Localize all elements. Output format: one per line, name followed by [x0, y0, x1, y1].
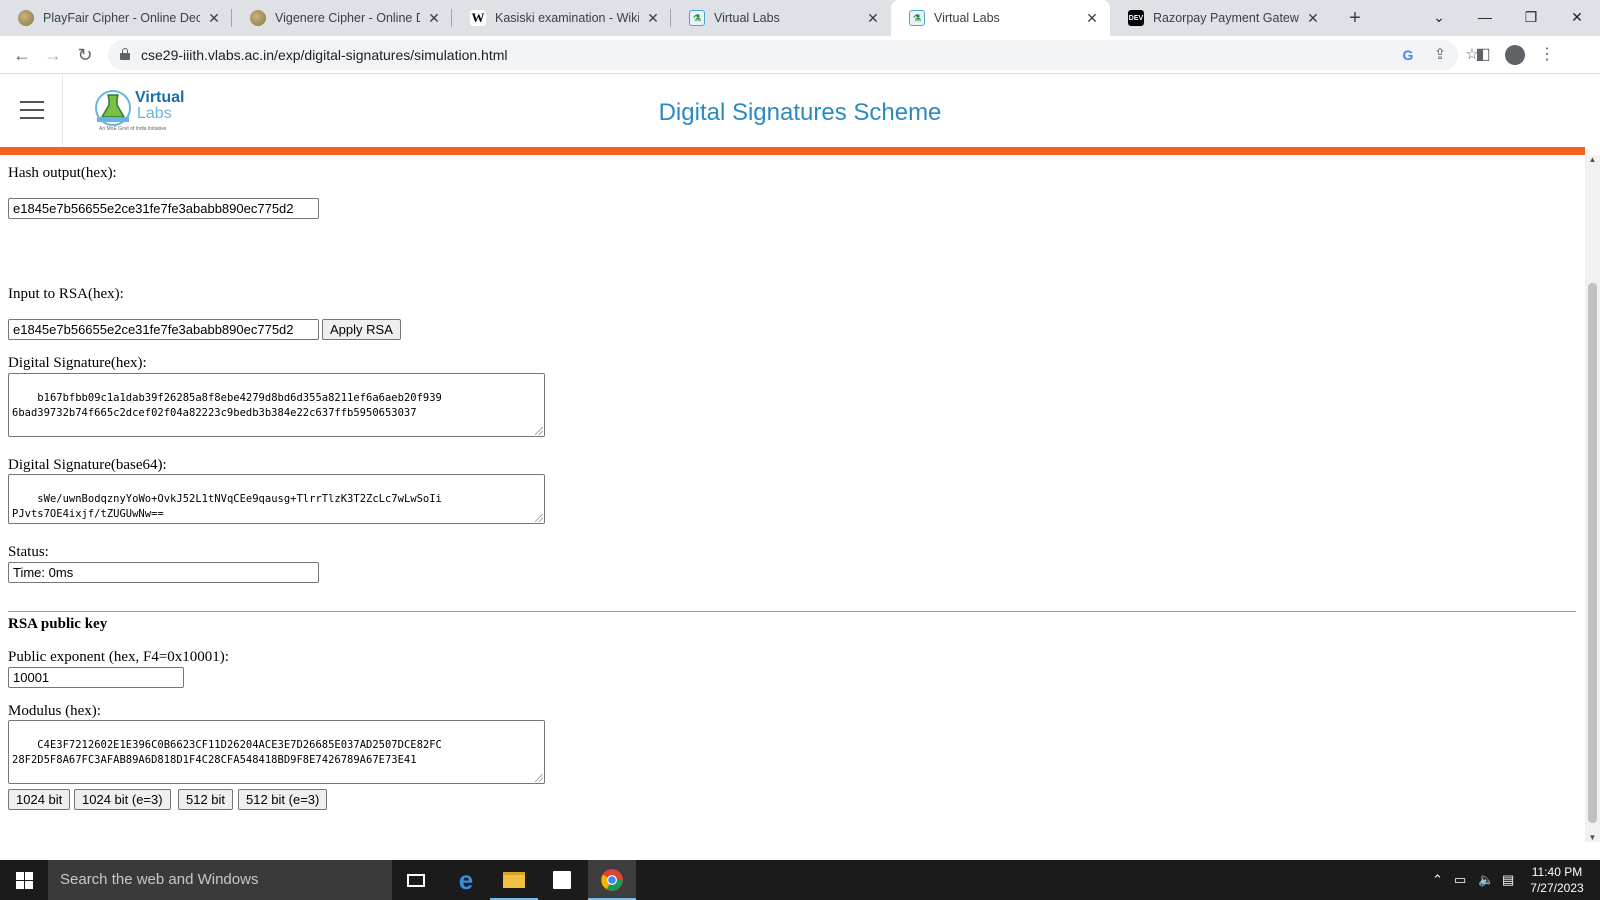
notification-icon[interactable]: ▤ [1502, 860, 1514, 900]
section-divider [8, 611, 1576, 612]
browser-tab[interactable]: DEV Razorpay Payment Gateway I ✕ [1110, 0, 1331, 36]
browser-tab[interactable]: W Kasiski examination - Wikipe ✕ [452, 0, 671, 36]
simulation-content: Hash output(hex): e1845e7b56655e2ce31fe7… [0, 155, 1585, 842]
modulus-value: C4E3F7212602E1E396C0B6623CF11D26204ACE3E… [12, 739, 442, 766]
tab-title: Virtual Labs [934, 11, 1000, 25]
forward-arrow-icon[interactable]: → [40, 42, 66, 68]
browser-tab-active[interactable]: ⚗ Virtual Labs ✕ [891, 0, 1110, 36]
tab-title: PlayFair Cipher - Online Deco [43, 11, 200, 25]
signature-base64-textarea[interactable]: sWe/uwnBodqznyYoWo+OvkJ52L1tNVqCEe9qausg… [8, 474, 545, 524]
tab-title: Virtual Labs [714, 11, 780, 25]
public-exponent-label: Public exponent (hex, F4=0x10001): [8, 649, 229, 665]
key-512-bit-e3-button[interactable]: 512 bit (e=3) [238, 789, 328, 810]
reload-icon[interactable]: ↻ [72, 42, 98, 68]
address-bar[interactable]: cse29-iiith.vlabs.ac.in/exp/digital-sign… [108, 40, 1479, 70]
close-tab-icon[interactable]: ✕ [645, 10, 661, 27]
windows-start-icon[interactable] [0, 860, 48, 900]
edge-browser-icon[interactable]: e [442, 860, 490, 900]
public-exponent-field[interactable]: 10001 [8, 667, 184, 688]
cookie-icon [250, 10, 266, 26]
virtual-labs-icon: ⚗ [909, 10, 925, 26]
store-icon[interactable] [538, 860, 586, 900]
key-512-bit-button[interactable]: 512 bit [178, 789, 234, 810]
status-label: Status: [8, 544, 49, 560]
task-view-icon[interactable] [392, 860, 440, 900]
hash-output-field[interactable]: e1845e7b56655e2ce31fe7fe3ababb890ec775d2 [8, 198, 319, 219]
clock-time: 11:40 PM [1531, 865, 1583, 879]
browser-tab[interactable]: ⚗ Virtual Labs ✕ [671, 0, 891, 36]
show-hidden-icons-icon[interactable]: ⌃ [1432, 860, 1443, 900]
hash-output-label: Hash output(hex): [8, 165, 117, 181]
page-scrollbar[interactable]: ▲ ▼ [1585, 155, 1600, 842]
modulus-label: Modulus (hex): [8, 703, 101, 719]
volume-icon[interactable]: 🔈 [1478, 860, 1494, 900]
page-title: Digital Signatures Scheme [658, 99, 942, 126]
url-text[interactable]: cse29-iiith.vlabs.ac.in/exp/digital-sign… [141, 47, 508, 63]
share-icon[interactable]: ⇪ [1430, 45, 1450, 65]
browser-tab[interactable]: Vigenere Cipher - Online Dec ✕ [232, 0, 452, 36]
profile-avatar-icon[interactable] [1503, 43, 1527, 67]
close-tab-icon[interactable]: ✕ [426, 10, 442, 27]
key-1024-bit-e3-button[interactable]: 1024 bit (e=3) [74, 789, 171, 810]
taskbar-search-box[interactable]: Search the web and Windows [48, 860, 392, 900]
scroll-up-arrow-icon[interactable]: ▲ [1585, 155, 1600, 164]
resize-grip-icon[interactable] [535, 774, 543, 782]
chrome-icon[interactable] [588, 860, 636, 900]
resize-grip-icon[interactable] [535, 514, 543, 522]
tab-title: Razorpay Payment Gateway I [1153, 11, 1299, 25]
modulus-textarea[interactable]: C4E3F7212602E1E396C0B6623CF11D26204ACE3E… [8, 720, 545, 784]
back-arrow-icon[interactable]: ← [9, 42, 35, 68]
google-icon[interactable]: G [1398, 45, 1418, 65]
close-window-button[interactable]: ✕ [1554, 0, 1600, 36]
apply-rsa-button[interactable]: Apply RSA [322, 319, 401, 340]
browser-toolbar: ← → ↻ cse29-iiith.vlabs.ac.in/exp/digita… [0, 36, 1600, 74]
wikipedia-icon: W [470, 10, 486, 26]
minimize-button[interactable]: — [1462, 0, 1508, 36]
rsa-input-field[interactable]: e1845e7b56655e2ce31fe7fe3ababb890ec775d2 [8, 319, 319, 340]
network-icon[interactable]: ▭ [1454, 860, 1466, 900]
scroll-down-arrow-icon[interactable]: ▼ [1585, 833, 1600, 842]
windows-taskbar: Search the web and Windows e ⌃ ▭ 🔈 ▤ 11:… [0, 860, 1600, 900]
dev-icon: DEV [1128, 10, 1144, 26]
rsa-input-label: Input to RSA(hex): [8, 286, 124, 302]
taskbar-clock[interactable]: 11:40 PM 7/27/2023 [1522, 864, 1592, 896]
signature-hex-textarea[interactable]: b167bfbb09c1a1dab39f26285a8f8ebe4279d8bd… [8, 373, 545, 437]
public-key-heading: RSA public key [8, 616, 108, 632]
resize-grip-icon[interactable] [535, 427, 543, 435]
key-1024-bit-button[interactable]: 1024 bit [8, 789, 71, 810]
close-tab-icon[interactable]: ✕ [206, 10, 222, 27]
side-panel-icon[interactable]: ◧ [1471, 43, 1495, 67]
virtual-labs-icon: ⚗ [689, 10, 705, 26]
signature-hex-label: Digital Signature(hex): [8, 355, 147, 371]
browser-tab[interactable]: PlayFair Cipher - Online Deco ✕ [0, 0, 232, 36]
clock-date: 7/27/2023 [1530, 881, 1584, 895]
site-header: Virtual Labs An MoE Govt of India Initia… [0, 75, 1585, 147]
cookie-icon [18, 10, 34, 26]
file-explorer-icon[interactable] [490, 860, 538, 900]
signature-base64-label: Digital Signature(base64): [8, 457, 167, 473]
close-tab-icon[interactable]: ✕ [1084, 10, 1100, 27]
signature-hex-value: b167bfbb09c1a1dab39f26285a8f8ebe4279d8bd… [12, 392, 442, 419]
restore-button[interactable]: ❐ [1508, 0, 1554, 36]
new-tab-button[interactable]: + [1341, 4, 1369, 32]
close-tab-icon[interactable]: ✕ [865, 10, 881, 27]
browser-tab-strip: PlayFair Cipher - Online Deco ✕ Vigenere… [0, 0, 1600, 36]
signature-base64-value: sWe/uwnBodqznyYoWo+OvkJ52L1tNVqCEe9qausg… [12, 493, 442, 520]
tab-title: Vigenere Cipher - Online Dec [275, 11, 420, 25]
header-accent-bar [0, 147, 1585, 155]
scrollbar-thumb[interactable] [1588, 283, 1597, 823]
browser-menu-icon[interactable]: ⋮ [1535, 43, 1559, 67]
lock-icon [120, 48, 130, 60]
status-field[interactable]: Time: 0ms [8, 562, 319, 583]
close-tab-icon[interactable]: ✕ [1305, 10, 1321, 27]
tab-search-icon[interactable]: ⌄ [1416, 0, 1462, 36]
tab-title: Kasiski examination - Wikipe [495, 11, 639, 25]
